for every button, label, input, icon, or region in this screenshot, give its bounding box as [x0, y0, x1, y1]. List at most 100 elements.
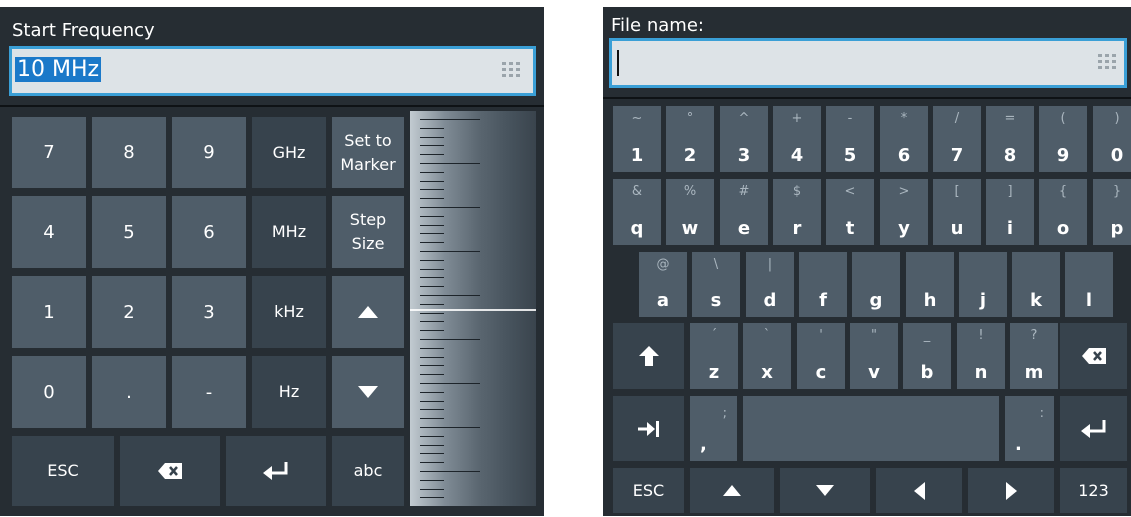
key-h[interactable]: h — [906, 252, 954, 317]
key-f[interactable]: f — [799, 252, 847, 317]
key-o[interactable]: {o — [1039, 179, 1087, 245]
step-size-line1: Step — [349, 210, 387, 229]
key-t[interactable]: < t — [826, 179, 874, 245]
set-to-marker-key[interactable]: Set to Marker — [332, 117, 404, 188]
key-m[interactable]: ? m — [1010, 323, 1058, 389]
key-q[interactable]: & q — [613, 179, 661, 245]
key-i-secondary: ] — [1007, 184, 1013, 199]
key-8[interactable]: = 8 — [986, 106, 1034, 172]
key-5[interactable]: -5 — [826, 106, 874, 172]
key-period[interactable]: : . — [1005, 396, 1054, 461]
key-z[interactable]: ´ z — [690, 323, 738, 389]
key-i[interactable]: ] i — [986, 179, 1034, 245]
key-9[interactable]: (9 — [1039, 106, 1087, 172]
tab-key[interactable] — [613, 396, 684, 461]
key-d-primary: d — [763, 290, 777, 311]
key-5[interactable]: 5 — [92, 196, 166, 268]
key-y[interactable]: > y — [880, 179, 928, 245]
key-7[interactable]: 7 — [12, 117, 86, 188]
esc-key[interactable]: ESC — [12, 436, 114, 506]
key-3[interactable]: ^ 3 — [720, 106, 768, 172]
key-1[interactable]: ~1 — [613, 106, 661, 172]
wheel-tick — [420, 242, 444, 244]
key-s-secondary: \ — [713, 257, 719, 272]
key-t-primary: t — [845, 218, 855, 239]
ghz-key[interactable]: GHz — [252, 117, 326, 188]
wheel-tick — [420, 479, 444, 481]
key-s[interactable]: \ s — [692, 252, 740, 317]
step-size-key[interactable]: Step Size — [332, 196, 404, 268]
decrement-key[interactable] — [332, 356, 404, 428]
key-2[interactable]: ° 2 — [666, 106, 714, 172]
abc-key[interactable]: abc — [332, 436, 404, 506]
key-7[interactable]: /7 — [933, 106, 981, 172]
backspace-key[interactable] — [120, 436, 220, 506]
decimal-point-key[interactable]: . — [92, 356, 166, 428]
key-i-primary: i — [1006, 218, 1014, 239]
backspace-key[interactable] — [1060, 323, 1127, 389]
key-g[interactable]: g — [852, 252, 900, 317]
key-s-primary: s — [710, 290, 722, 311]
grid-icon[interactable] — [1098, 54, 1118, 71]
arrow-down-icon — [816, 485, 834, 496]
space-key[interactable] — [743, 396, 999, 461]
arrow-right-icon — [1005, 481, 1017, 500]
rotary-knob-wheel[interactable] — [410, 111, 536, 506]
key-j[interactable]: j — [959, 252, 1007, 317]
key-u-primary: u — [950, 218, 964, 239]
frequency-input[interactable]: 10 MHz — [9, 46, 536, 96]
cursor-up-key[interactable] — [690, 468, 774, 513]
key-9[interactable]: 9 — [172, 117, 246, 188]
key-0[interactable]: ) 0 — [1093, 106, 1131, 172]
key-2[interactable]: 2 — [92, 276, 166, 348]
key-r[interactable]: $ r — [773, 179, 821, 245]
key-6[interactable]: * 6 — [880, 106, 928, 172]
key-e[interactable]: # e — [720, 179, 768, 245]
key-0[interactable]: 0 — [12, 356, 86, 428]
key-a[interactable]: @ a — [639, 252, 687, 317]
key-4[interactable]: +4 — [773, 106, 821, 172]
cursor-left-key[interactable] — [876, 468, 962, 513]
wheel-tick — [420, 215, 444, 217]
key-6[interactable]: 6 — [172, 196, 246, 268]
key-3[interactable]: 3 — [172, 276, 246, 348]
key-c[interactable]: ' c — [797, 323, 845, 389]
key-d[interactable]: | d — [746, 252, 794, 317]
enter-key[interactable] — [1060, 396, 1127, 461]
key-w[interactable]: % w — [666, 179, 714, 245]
wheel-tick — [420, 347, 444, 349]
set-to-marker-line2: Marker — [340, 154, 396, 174]
numeric-mode-key[interactable]: 123 — [1060, 468, 1127, 513]
key-n[interactable]: ! n — [957, 323, 1005, 389]
khz-key[interactable]: kHz — [252, 276, 326, 348]
key-3-primary: 3 — [737, 145, 751, 166]
grid-icon[interactable] — [502, 62, 522, 79]
key-k[interactable]: k — [1012, 252, 1060, 317]
mhz-key[interactable]: MHz — [252, 196, 326, 268]
minus-key[interactable]: - — [172, 356, 246, 428]
key-p[interactable]: } p — [1093, 179, 1131, 245]
key-5-primary: 5 — [843, 145, 857, 166]
file-name-input[interactable] — [609, 38, 1127, 88]
wheel-tick — [420, 163, 480, 164]
key-x[interactable]: ` x — [743, 323, 791, 389]
hz-key[interactable]: Hz — [252, 356, 326, 428]
key-comma[interactable]: ; , — [690, 396, 737, 461]
key-7-primary: 7 — [950, 145, 964, 166]
shift-key[interactable] — [613, 323, 684, 389]
wheel-tick — [420, 171, 444, 173]
key-8[interactable]: 8 — [92, 117, 166, 188]
key-1[interactable]: 1 — [12, 276, 86, 348]
esc-key[interactable]: ESC — [613, 468, 684, 513]
key-u[interactable]: [u — [933, 179, 981, 245]
cursor-down-key[interactable] — [780, 468, 870, 513]
key-v[interactable]: " v — [850, 323, 898, 389]
enter-key[interactable] — [226, 436, 326, 506]
wheel-tick — [420, 339, 480, 340]
key-4[interactable]: 4 — [12, 196, 86, 268]
key-b[interactable]: _ b — [903, 323, 951, 389]
increment-key[interactable] — [332, 276, 404, 348]
key-2-primary: 2 — [683, 145, 697, 166]
key-l[interactable]: l — [1065, 252, 1113, 317]
cursor-right-key[interactable] — [968, 468, 1054, 513]
